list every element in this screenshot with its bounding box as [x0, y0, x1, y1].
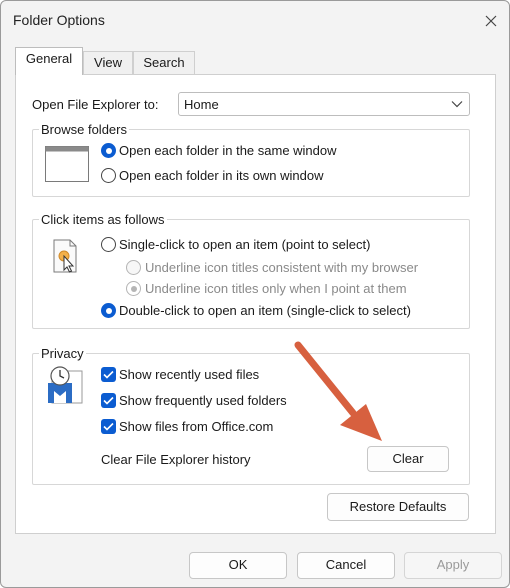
- radio-underline-point: [126, 281, 141, 296]
- checkmark-icon: [103, 396, 114, 405]
- checkbox-recent-files[interactable]: [101, 367, 116, 382]
- privacy-history-icon: [48, 366, 83, 404]
- browse-folders-title: Browse folders: [39, 122, 129, 137]
- checkbox-frequent-folders[interactable]: [101, 393, 116, 408]
- radio-double-click[interactable]: [101, 303, 116, 318]
- single-click-label[interactable]: Single-click to open an item (point to s…: [119, 237, 370, 252]
- tab-general[interactable]: General: [15, 47, 83, 75]
- tab-view[interactable]: View: [83, 51, 133, 76]
- apply-button: Apply: [404, 552, 502, 579]
- radio-single-click[interactable]: [101, 237, 116, 252]
- clear-button[interactable]: Clear: [367, 446, 449, 472]
- window-title: Folder Options: [13, 12, 105, 28]
- double-click-label[interactable]: Double-click to open an item (single-cli…: [119, 303, 411, 318]
- chevron-down-icon: [451, 101, 463, 108]
- window-icon: [45, 146, 89, 182]
- radio-own-window[interactable]: [101, 168, 116, 183]
- pointer-click-icon: [53, 239, 77, 273]
- checkbox-office-files[interactable]: [101, 419, 116, 434]
- ok-button[interactable]: OK: [189, 552, 287, 579]
- folder-options-dialog: Folder Options General View Search Open …: [0, 0, 510, 588]
- open-to-value: Home: [184, 97, 219, 112]
- same-window-label[interactable]: Open each folder in the same window: [119, 143, 337, 158]
- clear-history-label: Clear File Explorer history: [101, 452, 251, 467]
- own-window-label[interactable]: Open each folder in its own window: [119, 168, 324, 183]
- checkmark-icon: [103, 422, 114, 431]
- click-items-title: Click items as follows: [39, 212, 167, 227]
- underline-point-label: Underline icon titles only when I point …: [145, 281, 407, 296]
- open-to-dropdown[interactable]: Home: [178, 92, 470, 116]
- open-to-label: Open File Explorer to:: [32, 97, 159, 112]
- checkmark-icon: [103, 370, 114, 379]
- cancel-button[interactable]: Cancel: [297, 552, 395, 579]
- underline-browser-label: Underline icon titles consistent with my…: [145, 260, 419, 275]
- radio-underline-browser: [126, 260, 141, 275]
- restore-defaults-button[interactable]: Restore Defaults: [327, 493, 469, 521]
- radio-same-window[interactable]: [101, 143, 116, 158]
- browse-folders-group: [32, 129, 470, 197]
- close-icon: [485, 15, 497, 27]
- tab-search[interactable]: Search: [133, 51, 195, 76]
- privacy-title: Privacy: [39, 346, 86, 361]
- close-button[interactable]: [477, 7, 505, 35]
- recent-files-label[interactable]: Show recently used files: [119, 367, 259, 382]
- frequent-folders-label[interactable]: Show frequently used folders: [119, 393, 287, 408]
- office-files-label[interactable]: Show files from Office.com: [119, 419, 273, 434]
